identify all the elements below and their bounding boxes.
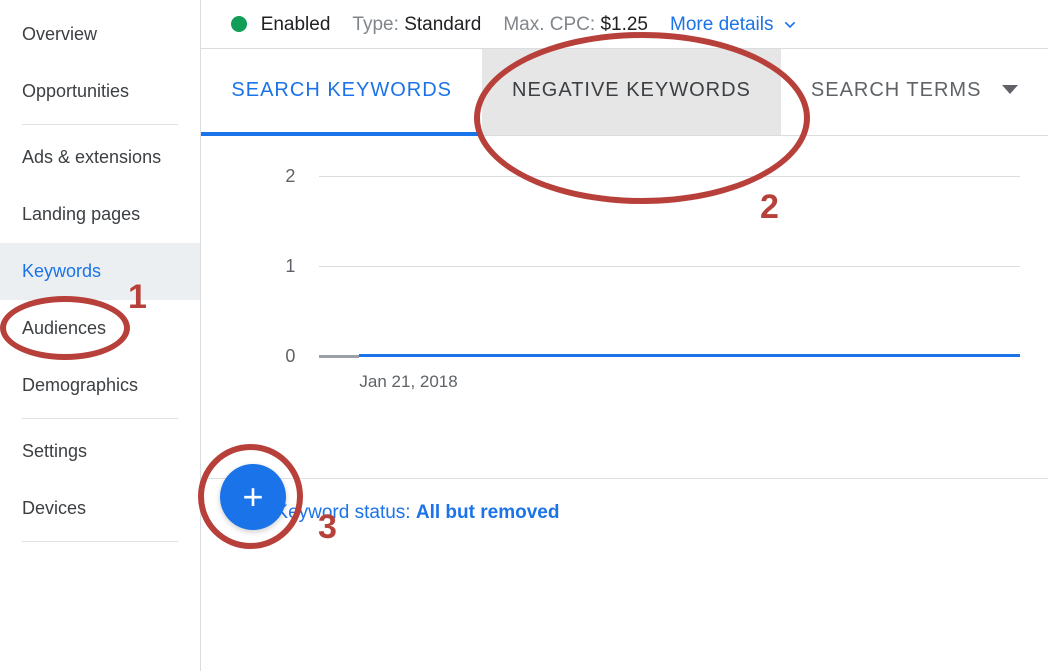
sidebar-item-demographics[interactable]: Demographics xyxy=(0,357,200,414)
sidebar-item-opportunities[interactable]: Opportunities xyxy=(0,63,200,120)
sidebar-divider xyxy=(22,418,178,419)
sidebar-divider xyxy=(22,124,178,125)
sidebar-item-settings[interactable]: Settings xyxy=(0,423,200,480)
status-enabled-label: Enabled xyxy=(261,14,331,35)
tab-negative-keywords[interactable]: NEGATIVE KEYWORDS xyxy=(482,49,781,135)
keyword-tabs: SEARCH KEYWORDS NEGATIVE KEYWORDS SEARCH… xyxy=(201,48,1048,136)
sidebar-item-overview[interactable]: Overview xyxy=(0,6,200,63)
chart-x-start-label: Jan 21, 2018 xyxy=(359,372,457,392)
plus-icon: + xyxy=(242,479,263,515)
metrics-chart: 2 1 0 Jan 21, 2018 xyxy=(201,136,1048,390)
sidebar-item-ads-extensions[interactable]: Ads & extensions xyxy=(0,129,200,186)
campaign-status-bar: Enabled Type: Standard Max. CPC: $1.25 M… xyxy=(201,0,1048,48)
chart-y-tick-1: 1 xyxy=(285,256,295,277)
tab-search-terms[interactable]: SEARCH TERMS xyxy=(781,49,1048,135)
status-max-cpc: Max. CPC: $1.25 xyxy=(503,14,648,36)
sidebar: Overview Opportunities Ads & extensions … xyxy=(0,0,201,671)
sidebar-item-audiences[interactable]: Audiences xyxy=(0,300,200,357)
sidebar-divider xyxy=(22,541,178,542)
filter-chip-keyword-status[interactable]: Keyword status: All but removed xyxy=(275,502,559,524)
status-type-label: Type: xyxy=(352,14,398,35)
sidebar-item-keywords[interactable]: Keywords xyxy=(0,243,200,300)
chart-gridline xyxy=(319,266,1020,267)
status-dot-icon xyxy=(231,16,247,32)
status-max-cpc-value: $1.25 xyxy=(600,14,648,35)
more-details-label: More details xyxy=(670,14,774,36)
chart-y-tick-0: 0 xyxy=(285,346,295,367)
chevron-down-icon xyxy=(782,17,798,33)
sidebar-item-devices[interactable]: Devices xyxy=(0,480,200,537)
chart-gridline xyxy=(319,176,1020,177)
status-type-value: Standard xyxy=(404,14,481,35)
add-keyword-fab[interactable]: + xyxy=(220,464,286,530)
chart-x-axis-tick xyxy=(319,355,359,358)
filter-chip-label: Keyword status: xyxy=(275,502,415,523)
tab-search-keywords[interactable]: SEARCH KEYWORDS xyxy=(201,49,482,136)
tab-search-terms-label: SEARCH TERMS xyxy=(811,79,982,101)
caret-down-icon xyxy=(1002,85,1018,94)
chart-plot-area: 2 1 0 Jan 21, 2018 xyxy=(319,166,1020,376)
chart-data-line xyxy=(359,354,1020,357)
sidebar-item-landing-pages[interactable]: Landing pages xyxy=(0,186,200,243)
main-panel: Enabled Type: Standard Max. CPC: $1.25 M… xyxy=(201,0,1048,671)
status-enabled: Enabled xyxy=(231,14,330,36)
filter-bar: Keyword status: All but removed xyxy=(201,478,1048,547)
chart-y-tick-2: 2 xyxy=(285,166,295,187)
status-max-cpc-label: Max. CPC: xyxy=(503,14,595,35)
filter-chip-value: All but removed xyxy=(416,502,560,523)
status-type: Type: Standard xyxy=(352,14,481,36)
more-details-link[interactable]: More details xyxy=(670,14,798,36)
